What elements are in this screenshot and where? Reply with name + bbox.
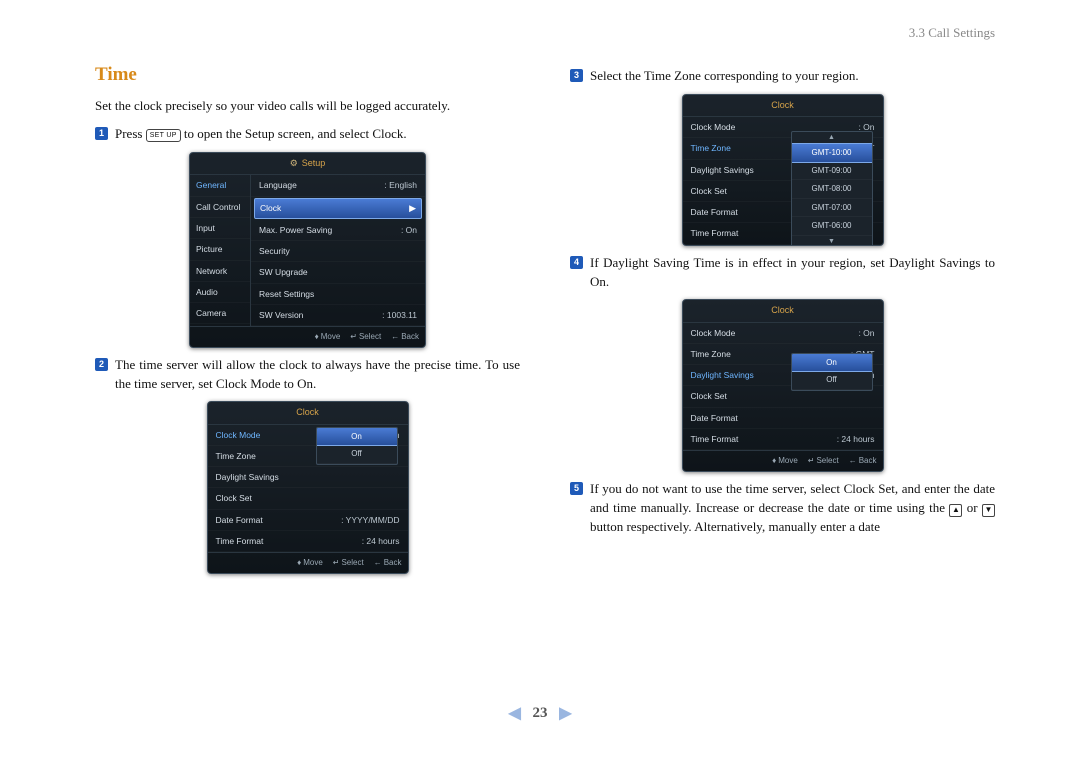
step-3-text: Select the Time Zone corresponding to yo… [590, 67, 995, 86]
osd-daylight: Clock Clock Mode: On Time Zone: GMT Dayl… [682, 299, 884, 472]
step-5-text: If you do not want to use the time serve… [590, 480, 995, 537]
chevron-right-icon: ▶ [409, 202, 416, 215]
osd-dropdown: On Off [316, 427, 398, 465]
osd-dropdown: ▲ GMT-10:00 GMT-09:00 GMT-08:00 GMT-07:0… [791, 131, 873, 246]
gear-icon [290, 157, 298, 170]
step-4: 4 If Daylight Saving Time is in effect i… [570, 254, 995, 292]
step-2: 2 The time server will allow the clock t… [95, 356, 520, 394]
step-1: 1 Press SET UP to open the Setup screen,… [95, 125, 520, 144]
list-item: Picture [190, 239, 250, 260]
page-number: 23 [533, 705, 548, 721]
clock-set-label: Clock Set [844, 481, 895, 496]
section-title: Time [95, 61, 520, 89]
back-hint: ← Back [391, 331, 419, 343]
breadcrumb: 3.3 Call Settings [95, 25, 995, 41]
left-column: Time Set the clock precisely so your vid… [95, 61, 520, 582]
osd-setup-options: Language: English Clock▶ Max. Power Savi… [251, 175, 425, 326]
osd-setup: Setup General Call Control Input Picture… [189, 152, 426, 348]
right-column: 3 Select the Time Zone corresponding to … [570, 61, 995, 582]
setup-key-icon: SET UP [146, 129, 181, 142]
list-item: Network [190, 261, 250, 282]
next-page-icon[interactable]: ▶ [551, 705, 579, 722]
list-item: Camera [190, 303, 250, 324]
intro-text: Set the clock precisely so your video ca… [95, 97, 520, 116]
list-item: General [190, 175, 250, 196]
page-nav: ◀ 23 ▶ [0, 703, 1080, 723]
list-item: Input [190, 218, 250, 239]
osd-timezone: Clock Clock Mode: On Time Zone: GMT Dayl… [682, 94, 884, 246]
osd-highlight-row: Clock▶ [254, 198, 422, 219]
step-badge: 1 [95, 127, 108, 140]
step-badge: 3 [570, 69, 583, 82]
step-badge: 5 [570, 482, 583, 495]
chevron-down-icon: ▼ [792, 236, 872, 246]
osd-setup-categories: General Call Control Input Picture Netwo… [190, 175, 251, 326]
step-3: 3 Select the Time Zone corresponding to … [570, 67, 995, 86]
step-badge: 4 [570, 256, 583, 269]
step-4-text: If Daylight Saving Time is in effect in … [590, 254, 995, 292]
down-key-icon: ▼ [982, 504, 995, 517]
list-item: Call Control [190, 197, 250, 218]
step-2-text: The time server will allow the clock to … [115, 356, 520, 394]
move-hint: ♦ Move [315, 331, 341, 343]
prev-page-icon[interactable]: ◀ [500, 705, 528, 722]
osd-dropdown: On Off [791, 353, 873, 391]
list-item: Audio [190, 282, 250, 303]
up-key-icon: ▲ [949, 504, 962, 517]
select-hint: ↵ Select [350, 331, 381, 343]
step-1-text: Press SET UP to open the Setup screen, a… [115, 125, 520, 144]
osd-clock-mode: Clock Clock Mode: On Time Zone Daylight … [207, 401, 409, 574]
step-badge: 2 [95, 358, 108, 371]
step-5: 5 If you do not want to use the time ser… [570, 480, 995, 537]
